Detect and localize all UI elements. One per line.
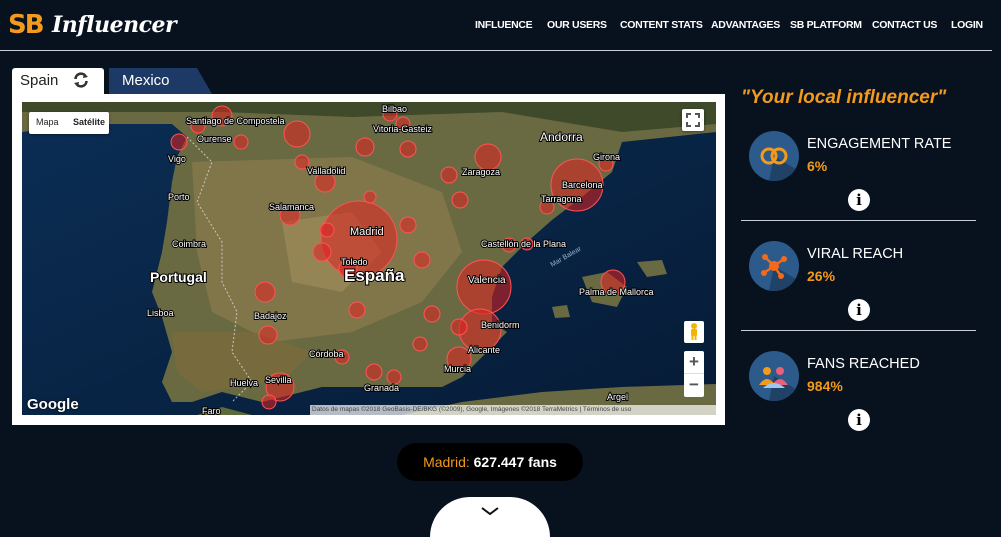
svg-text:Castellón de la Plana: Castellón de la Plana (481, 239, 566, 249)
logo[interactable]: SB Influencer (8, 10, 177, 44)
stat-value: 6% (807, 158, 828, 174)
stat-divider (741, 220, 976, 221)
map-frame: España Portugal Andorra Santiago de Comp… (12, 94, 725, 425)
google-logo: Google (27, 396, 79, 413)
zoom-control: + − (684, 351, 704, 397)
map-type-map-button[interactable]: Mapa (36, 117, 59, 127)
rings-icon (749, 131, 799, 181)
svg-text:Córdoba: Córdoba (309, 349, 344, 359)
zoom-in-button[interactable]: + (684, 351, 704, 374)
svg-text:Huelva: Huelva (230, 378, 258, 388)
tab-spain-label: Spain (20, 72, 59, 89)
menu-item-our-users[interactable]: OUR USERS (547, 19, 607, 31)
svg-text:Badajoz: Badajoz (254, 311, 287, 321)
fullscreen-button[interactable] (682, 109, 704, 131)
svg-text:Lisboa: Lisboa (147, 308, 174, 318)
stat-fans-reached: FANS REACHED 984% i (741, 351, 976, 461)
zoom-out-button[interactable]: − (684, 374, 704, 396)
svg-text:Zaragoza: Zaragoza (462, 167, 500, 177)
svg-text:Faro: Faro (202, 406, 221, 415)
map-view[interactable]: España Portugal Andorra Santiago de Comp… (22, 102, 716, 415)
svg-text:Coimbra: Coimbra (172, 239, 206, 249)
svg-text:Vitoria-Gasteiz: Vitoria-Gasteiz (373, 124, 432, 134)
menu-item-sb-platform[interactable]: SB PLATFORM (790, 19, 862, 31)
map-type-control: Mapa Satélite (29, 112, 109, 134)
map-attribution[interactable]: Datos de mapas ©2018 GeoBasis-DE/BKG (©2… (310, 405, 716, 415)
svg-text:Salamanca: Salamanca (269, 202, 314, 212)
svg-text:Valencia: Valencia (468, 275, 506, 286)
fans-counter: Madrid: 627.447 fans (397, 443, 583, 481)
menu-item-influence[interactable]: INFLUENCE (475, 19, 533, 31)
svg-text:Sevilla: Sevilla (265, 375, 292, 385)
svg-text:España: España (344, 266, 405, 285)
top-navigation: SB Influencer INFLUENCE OUR USERS CONTEN… (0, 0, 1001, 51)
svg-text:Santiago de Compostela: Santiago de Compostela (186, 116, 285, 126)
stat-viral-reach: VIRAL REACH 26% i (741, 241, 976, 351)
menu-item-contact-us[interactable]: CONTACT US (872, 19, 937, 31)
svg-text:Madrid: Madrid (350, 226, 384, 238)
fans-count: 627.447 fans (473, 454, 557, 470)
info-icon[interactable]: i (848, 299, 870, 321)
svg-text:Andorra: Andorra (540, 130, 583, 144)
svg-text:Girona: Girona (593, 152, 620, 162)
svg-text:Vigo: Vigo (168, 154, 186, 164)
network-icon (749, 241, 799, 291)
map-type-satellite-button[interactable]: Satélite (73, 117, 105, 127)
svg-text:Palma de Mallorca: Palma de Mallorca (579, 287, 654, 297)
stat-name: ENGAGEMENT RATE (807, 136, 952, 152)
svg-text:Barcelona: Barcelona (562, 180, 603, 190)
stat-value: 984% (807, 378, 843, 394)
stat-name: VIRAL REACH (807, 246, 904, 262)
tab-mexico[interactable]: Mexico (109, 68, 212, 94)
scroll-down-button[interactable] (430, 497, 550, 537)
svg-text:Argel: Argel (607, 392, 628, 402)
stat-divider (741, 330, 976, 331)
svg-text:Bilbao: Bilbao (382, 104, 407, 114)
svg-text:Porto: Porto (168, 192, 190, 202)
svg-text:Toledo: Toledo (341, 257, 368, 267)
stat-name: FANS REACHED (807, 356, 920, 372)
info-icon[interactable]: i (848, 409, 870, 431)
fullscreen-icon (686, 113, 700, 127)
stat-engagement-rate: ENGAGEMENT RATE 6% i (741, 131, 976, 241)
nav-divider (0, 50, 992, 51)
pegman-icon (691, 323, 697, 340)
people-icon (749, 351, 799, 401)
sidebar-title: "Your local influencer" (741, 87, 947, 108)
info-icon[interactable]: i (848, 189, 870, 211)
chevron-down-icon (481, 507, 499, 516)
svg-text:Benidorm: Benidorm (481, 320, 520, 330)
stat-value: 26% (807, 268, 836, 284)
menu-item-login[interactable]: LOGIN (951, 19, 983, 31)
map-labels: España Portugal Andorra Santiago de Comp… (146, 103, 655, 415)
svg-text:Valladolid: Valladolid (307, 166, 345, 176)
refresh-icon[interactable] (72, 71, 90, 89)
menu-item-advantages[interactable]: ADVANTAGES (711, 19, 780, 31)
menu-item-content-stats[interactable]: CONTENT STATS (620, 19, 703, 31)
svg-text:Tarragona: Tarragona (541, 194, 582, 204)
svg-text:Portugal: Portugal (150, 269, 207, 285)
street-view-button[interactable] (684, 321, 704, 343)
svg-text:Granada: Granada (364, 383, 399, 393)
logo-text: Influencer (52, 12, 177, 38)
svg-text:Alicante: Alicante (468, 345, 500, 355)
logo-mark: SB (8, 10, 45, 40)
tab-mexico-label: Mexico (122, 72, 170, 89)
svg-text:Ourense: Ourense (197, 134, 232, 144)
tab-spain[interactable]: Spain (12, 68, 104, 94)
fans-city: Madrid: (423, 454, 470, 470)
svg-text:Murcia: Murcia (444, 364, 471, 374)
